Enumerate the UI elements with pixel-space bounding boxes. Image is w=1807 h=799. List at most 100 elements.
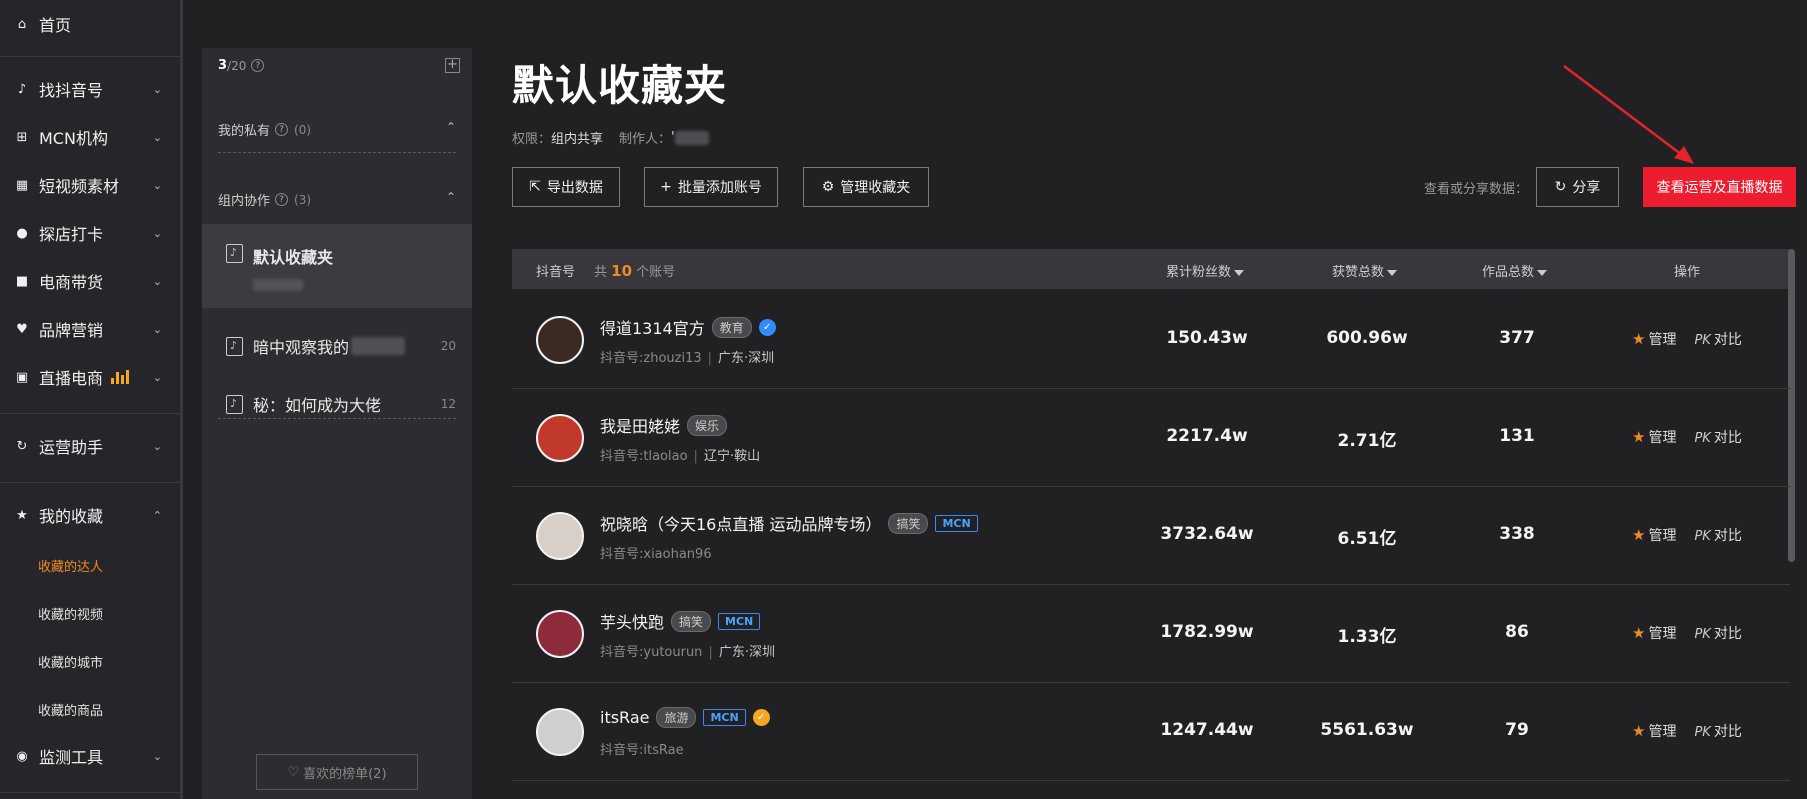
folder-item-secret[interactable]: 秘：如何成为大佬 12 [202, 378, 472, 430]
nav-item-monitor-tools[interactable]: ◉ 监测工具 ⌄ [0, 736, 180, 776]
sort-desc-icon [1537, 269, 1548, 276]
compare-label: 对比 [1713, 430, 1742, 446]
avatar[interactable] [536, 708, 584, 756]
pk-compare-link[interactable]: PK 对比 [1676, 721, 1741, 741]
account-name[interactable]: 芋头快跑 [600, 609, 664, 633]
avatar[interactable] [536, 610, 584, 658]
batch-add-label: 批量添加账号 [677, 180, 762, 196]
folder-item-body: 默认收藏夹 [253, 244, 333, 295]
grid-icon: ▦ [15, 177, 29, 193]
nav-item-find-douyin[interactable]: ♪ 找抖音号 ⌄ [0, 69, 180, 109]
pulse-icon: ◉ [16, 748, 28, 764]
account-name[interactable]: 祝晓晗（今天16点直播 运动品牌专场） [600, 511, 881, 535]
avatar[interactable] [536, 316, 584, 364]
table-row: 芋头快跑 搞笑 MCN 抖音号:yutourun | 广东·深圳 1782.99w 1.33亿… [512, 585, 1790, 683]
likes-count: 6.51亿 [1337, 529, 1397, 549]
manage-folder-button[interactable]: ⚙ 管理收藏夹 [803, 167, 929, 207]
export-label: 导出数据 [546, 180, 603, 196]
pk-compare-link[interactable]: PK 对比 [1676, 623, 1741, 643]
manage-label: 管理 [1648, 626, 1677, 642]
row-actions: ★ 管理 PK 对比 [1632, 329, 1742, 349]
sort-likes[interactable]: 获赞总数 [1332, 261, 1398, 280]
sort-fans[interactable]: 累计粉丝数 [1166, 261, 1245, 280]
left-nav: ⌂ 首页 ♪ 找抖音号 ⌄ ⊞ MCN机构 ⌄ ▦ 短视频素材 ⌄ ● 探店打卡… [0, 0, 183, 799]
nav-label: 品牌营销 [39, 321, 104, 340]
help-icon[interactable]: ? [275, 193, 289, 206]
nav-item-live-ecommerce[interactable]: ▣ 直播电商 ⌄ [0, 357, 180, 397]
live-bars-icon [111, 370, 130, 384]
manage-link[interactable]: ★ 管理 [1632, 427, 1676, 447]
total-suffix: 个账号 [636, 265, 676, 280]
account-name-line: 祝晓晗（今天16点直播 运动品牌专场） 搞笑 MCN [600, 511, 978, 535]
douyin-id: 抖音号:yutourun [600, 645, 703, 660]
avatar[interactable] [536, 512, 584, 560]
separator: | [707, 351, 713, 366]
row-actions: ★ 管理 PK 对比 [1632, 623, 1742, 643]
category-tag: 旅游 [656, 707, 697, 728]
nav-label: 运营助手 [39, 438, 104, 457]
nav-item-video-material[interactable]: ▦ 短视频素材 ⌄ [0, 165, 180, 205]
account-sub-line: 抖音号:yutourun | 广东·深圳 [600, 641, 775, 660]
account-name[interactable]: itsRae [600, 708, 649, 727]
nav-sub-fav-products[interactable]: 收藏的商品 [38, 695, 103, 723]
nav-sub-fav-videos[interactable]: 收藏的视频 [38, 599, 103, 627]
nav-label: 找抖音号 [39, 81, 104, 100]
account-name-line: 我是田姥姥 娱乐 [600, 413, 728, 437]
nav-sub-fav-influencers[interactable]: 收藏的达人 [38, 551, 103, 579]
collapse-private-icon[interactable]: ⌃ [446, 120, 456, 134]
folder-item-observe[interactable]: 暗中观察我的 20 [202, 320, 472, 372]
add-folder-button[interactable]: + [445, 58, 460, 73]
pk-compare-link[interactable]: PK 对比 [1676, 427, 1741, 447]
plus-icon: + [660, 179, 672, 195]
collapse-group-icon[interactable]: ⌃ [446, 190, 456, 204]
compare-label: 对比 [1713, 724, 1742, 740]
chevron-down-icon: ⌄ [152, 322, 162, 336]
help-icon[interactable]: ? [275, 123, 289, 136]
liked-lists-button[interactable]: ♡ 喜欢的榜单(2) [256, 754, 418, 790]
nav-home[interactable]: ⌂ 首页 [0, 4, 180, 44]
home-icon: ⌂ [17, 16, 27, 32]
folder-item-default[interactable]: 默认收藏夹 [202, 224, 472, 308]
account-name[interactable]: 得道1314官方 [600, 315, 705, 339]
sort-works[interactable]: 作品总数 [1482, 261, 1548, 280]
nav-label: 监测工具 [39, 748, 104, 767]
works-count: 86 [1505, 622, 1529, 642]
category-tag: 娱乐 [687, 414, 728, 436]
douyin-id: 抖音号:xiaohan96 [600, 547, 712, 562]
view-ops-live-data-button[interactable]: 查看运营及直播数据 [1643, 167, 1796, 207]
nav-item-mcn[interactable]: ⊞ MCN机构 ⌄ [0, 117, 180, 157]
chevron-down-icon: ⌄ [152, 130, 162, 144]
fans-count: 1247.44w [1160, 720, 1254, 740]
folder-count: 12 [440, 397, 456, 411]
manage-link[interactable]: ★ 管理 [1632, 623, 1676, 643]
nav-item-ops-assistant[interactable]: ↻ 运营助手 ⌄ [0, 426, 180, 466]
shop-bag-icon: ■ [15, 273, 29, 289]
account-name[interactable]: 我是田姥姥 [600, 413, 680, 437]
help-icon[interactable]: ? [251, 59, 265, 72]
works-count: 377 [1499, 328, 1535, 348]
nav-item-brand-marketing[interactable]: ♥ 品牌营销 ⌄ [0, 309, 180, 349]
nav-item-my-favorites[interactable]: ★ 我的收藏 ⌃ [0, 495, 180, 535]
likes-count: 1.33亿 [1337, 627, 1397, 647]
total-count: 10 [611, 262, 633, 280]
works-count: 131 [1499, 426, 1535, 446]
nav-item-store-checkin[interactable]: ● 探店打卡 ⌄ [0, 213, 180, 253]
nav-item-ecommerce[interactable]: ■ 电商带货 ⌄ [0, 261, 180, 301]
manage-link[interactable]: ★ 管理 [1632, 721, 1676, 741]
pk-compare-link[interactable]: PK 对比 [1676, 525, 1741, 545]
nav-home-label: 首页 [39, 16, 72, 35]
manage-link[interactable]: ★ 管理 [1632, 525, 1676, 545]
likes-count: 2.71亿 [1337, 431, 1397, 451]
manage-link[interactable]: ★ 管理 [1632, 329, 1676, 349]
nav-sub-fav-cities[interactable]: 收藏的城市 [38, 647, 103, 675]
chevron-down-icon: ⌄ [152, 178, 162, 192]
avatar[interactable] [536, 414, 584, 462]
pk-compare-link[interactable]: PK 对比 [1676, 329, 1741, 349]
share-button[interactable]: ↻ 分享 [1536, 167, 1619, 207]
folder-name: 暗中观察我的 [253, 338, 350, 357]
batch-add-button[interactable]: + 批量添加账号 [644, 167, 778, 207]
export-data-button[interactable]: ⇱ 导出数据 [512, 167, 620, 207]
star-icon: ★ [16, 507, 28, 523]
group-section-title: 组内协作 ? (3) [218, 190, 311, 210]
manage-label: 管理 [1648, 430, 1677, 446]
